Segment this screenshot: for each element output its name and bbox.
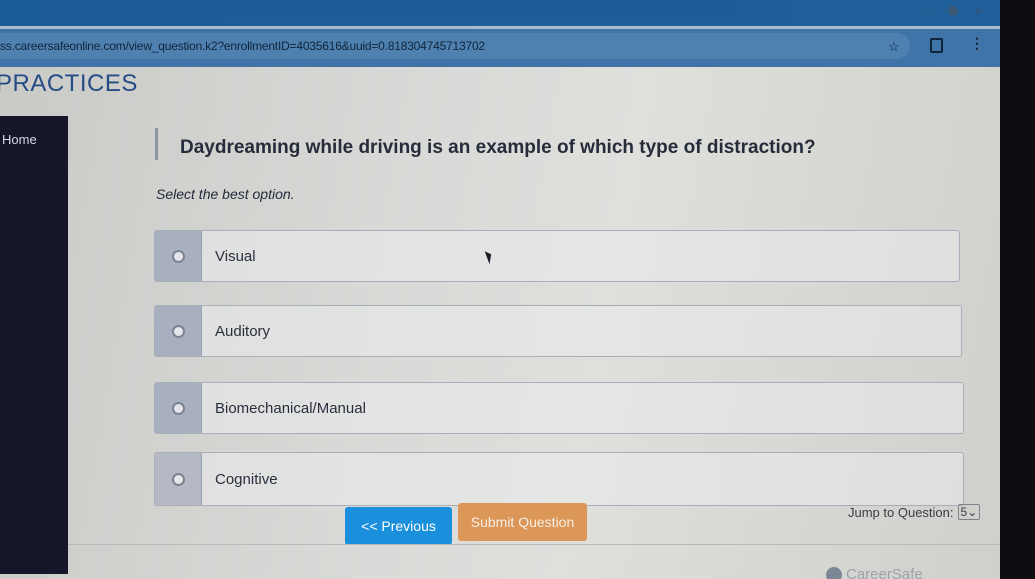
option-label: Cognitive — [215, 470, 278, 488]
footer-brand: CareerSafe — [846, 566, 923, 579]
instruction-text: Select the best option. — [156, 186, 295, 202]
careersafe-logo-icon — [826, 566, 842, 579]
browser-titlebar: – × — [0, 0, 1000, 26]
monitor-bezel — [1000, 0, 1035, 579]
previous-button[interactable]: << Previous — [345, 507, 452, 545]
chevron-down-icon: ⌄ — [967, 505, 978, 519]
option-label: Biomechanical/Manual — [215, 399, 366, 417]
jump-question-select[interactable]: 5⌄ — [957, 504, 981, 520]
screen: – × ss.careersafeonline.com/view_questio… — [0, 0, 1000, 579]
footer-divider — [68, 544, 1000, 545]
bookmark-star-icon[interactable]: ☆ — [888, 39, 900, 55]
radio-button[interactable] — [171, 324, 185, 338]
submit-question-button[interactable]: Submit Question — [458, 503, 587, 541]
kebab-menu-icon[interactable]: ⋮ — [970, 35, 984, 52]
url-text[interactable]: ss.careersafeonline.com/view_question.k2… — [0, 39, 485, 53]
jump-label: Jump to Question: — [848, 504, 954, 520]
option-label: Auditory — [215, 322, 271, 340]
option-biomechanical-manual[interactable]: Biomechanical/Manual — [154, 382, 964, 434]
option-visual[interactable]: Visual — [154, 230, 960, 282]
jump-to-question: Jump to Question: 5⌄ — [848, 504, 981, 520]
footer-logo: CareerSafe — [826, 566, 923, 579]
radio-cell[interactable] — [155, 231, 202, 281]
address-bar[interactable]: ss.careersafeonline.com/view_question.k2… — [0, 33, 910, 59]
radio-button[interactable] — [171, 249, 185, 263]
radio-cell[interactable] — [155, 453, 202, 505]
site-title: PRACTICES — [0, 70, 138, 97]
option-cognitive[interactable]: Cognitive — [154, 452, 964, 506]
browser-tab[interactable] — [38, 0, 738, 22]
option-auditory[interactable]: Auditory — [154, 305, 962, 357]
radio-cell[interactable] — [155, 306, 202, 356]
radio-button[interactable] — [171, 472, 185, 486]
extensions-icon[interactable] — [930, 38, 943, 53]
browser-toolbar: ss.careersafeonline.com/view_question.k2… — [0, 26, 1000, 67]
question-text: Daydreaming while driving is an example … — [180, 137, 816, 158]
profile-icon[interactable] — [948, 6, 958, 16]
radio-button[interactable] — [171, 401, 185, 415]
radio-cell[interactable] — [155, 383, 202, 433]
option-label: Visual — [215, 247, 256, 265]
sidebar-item-home[interactable]: Home — [2, 132, 37, 147]
sidebar: Home — [0, 116, 68, 574]
close-icon[interactable]: × — [975, 4, 982, 18]
minimize-icon[interactable]: – — [925, 4, 932, 18]
question-accent-bar — [155, 128, 158, 160]
